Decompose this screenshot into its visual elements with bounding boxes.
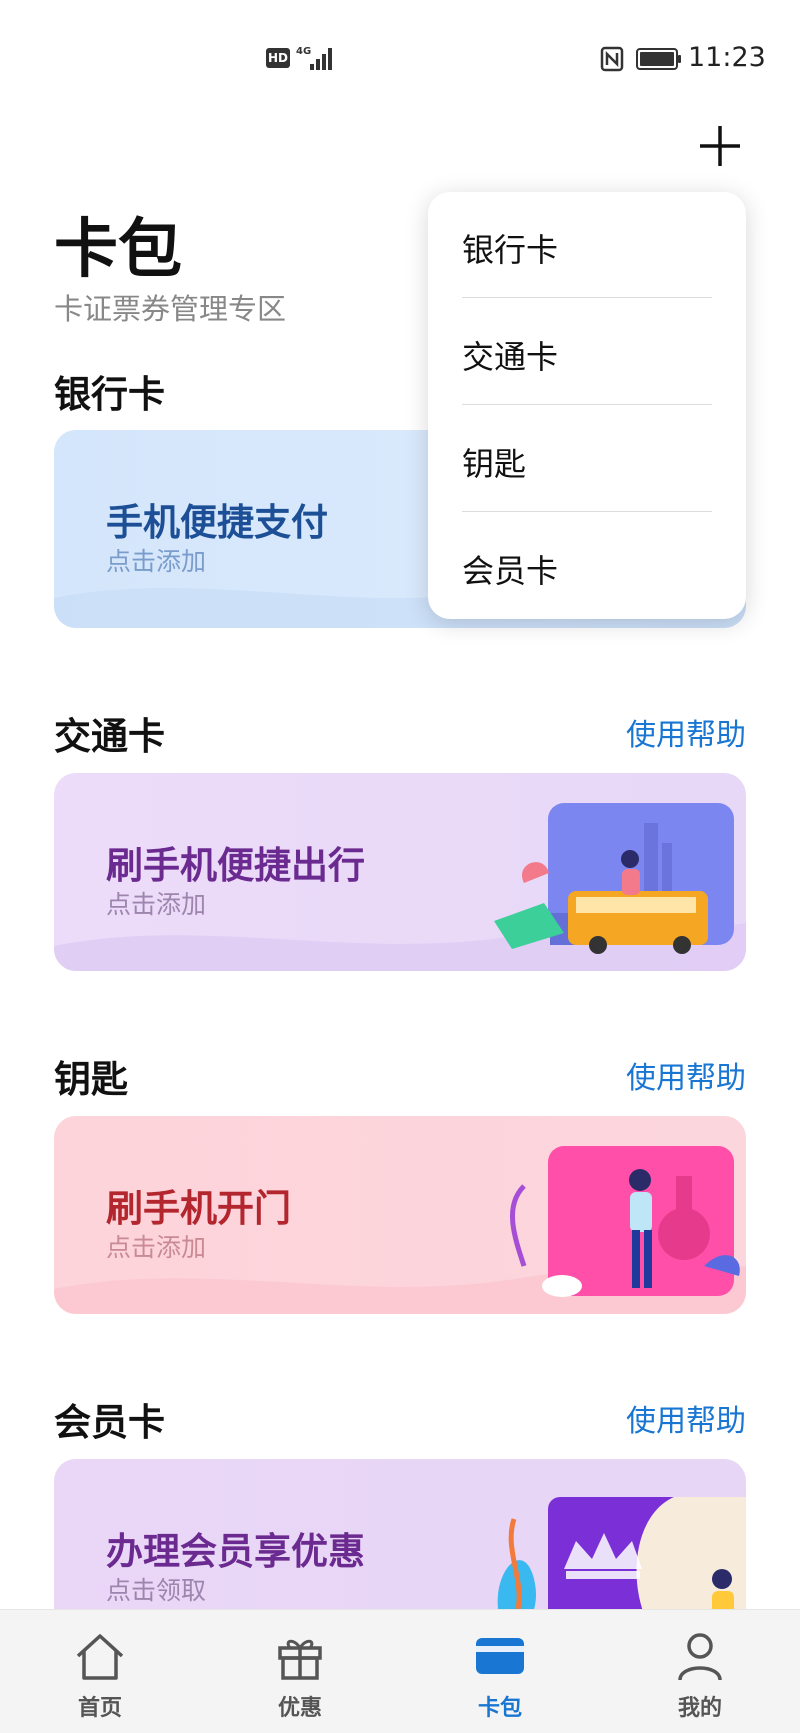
key-card-title: 刷手机开门 [106,1187,291,1230]
transit-help-link[interactable]: 使用帮助 [626,710,746,754]
transit-card-title: 刷手机便捷出行 [106,844,365,887]
transit-card-subtitle: 点击添加 [106,890,207,919]
menu-divider [462,511,712,512]
bank-card-subtitle: 点击添加 [106,547,207,576]
nfc-icon [600,46,624,72]
battery-icon [636,48,681,70]
menu-divider [462,297,712,298]
signal-icon: 4G [296,46,332,70]
nav-item-offers[interactable]: 优惠 [240,1610,360,1733]
nav-label-offers: 优惠 [277,1696,322,1721]
menu-item-member-card[interactable]: 会员卡 [462,518,712,625]
section-title-bank: 银行卡 [54,373,165,416]
page-title: 卡包 [54,213,182,287]
key-help-link[interactable]: 使用帮助 [626,1053,746,1097]
clock: 11:23 [688,42,766,73]
nav-label-home: 首页 [77,1696,122,1721]
menu-divider [462,404,712,405]
section-title-member: 会员卡 [54,1401,165,1444]
section-title-key: 钥匙 [54,1058,128,1101]
bus-illustration [494,803,734,954]
nav-item-me[interactable]: 我的 [640,1610,760,1733]
key-card[interactable]: 刷手机开门 点击添加 [54,1116,746,1314]
page-subtitle: 卡证票券管理专区 [54,292,287,326]
status-bar: HD 4G 11:23 [0,0,800,120]
menu-item-transit-card[interactable]: 交通卡 [462,304,712,411]
person-icon [678,1633,722,1681]
home-icon [76,1634,124,1680]
card-icon [476,1638,524,1674]
network-label: 4G [296,46,311,57]
nav-label-wallet: 卡包 [477,1696,522,1721]
menu-item-key[interactable]: 钥匙 [462,411,712,518]
nav-item-home[interactable]: 首页 [40,1610,160,1733]
member-card-title: 办理会员享优惠 [106,1530,365,1573]
transit-card[interactable]: 刷手机便捷出行 点击添加 [54,773,746,971]
nav-label-me: 我的 [677,1696,722,1721]
bottom-nav: 首页 优惠 卡包 我的 [0,1609,800,1733]
door-key-illustration [509,1146,740,1297]
member-help-link[interactable]: 使用帮助 [626,1396,746,1440]
section-title-transit: 交通卡 [54,715,165,758]
gift-icon [278,1639,322,1680]
nav-item-wallet[interactable]: 卡包 [440,1610,560,1733]
bank-card-title: 手机便捷支付 [106,501,328,544]
add-card-menu: 银行卡 交通卡 钥匙 会员卡 [428,192,746,619]
plus-icon[interactable] [696,122,744,170]
member-card-subtitle: 点击领取 [106,1576,207,1605]
key-card-subtitle: 点击添加 [106,1233,207,1262]
menu-item-bank-card[interactable]: 银行卡 [462,197,712,304]
hd-badge: HD [266,48,290,68]
